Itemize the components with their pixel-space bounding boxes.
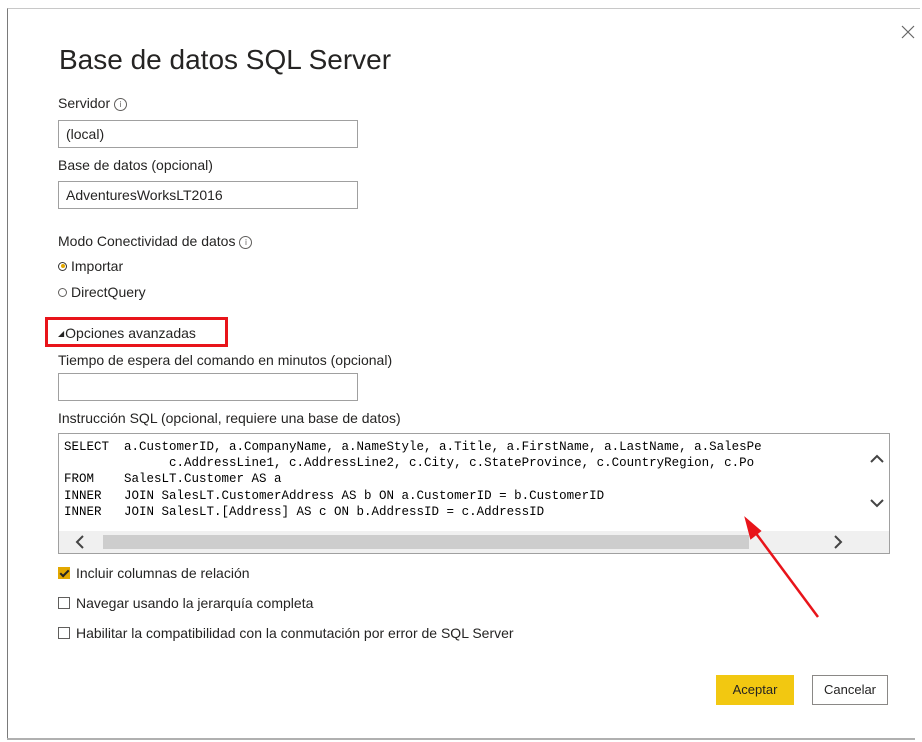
database-label: Base de datos (opcional) bbox=[58, 157, 213, 173]
sql-line: c.AddressLine1, c.AddressLine2, c.City, … bbox=[64, 456, 755, 471]
vertical-scrollbar[interactable] bbox=[865, 434, 889, 531]
sql-line: SELECT a.CustomerID, a.CompanyName, a.Na… bbox=[64, 440, 762, 454]
info-icon[interactable]: i bbox=[114, 97, 128, 111]
dialog-title: Base de datos SQL Server bbox=[59, 44, 392, 75]
chevron-left-icon[interactable] bbox=[75, 535, 85, 549]
scrollbar-corner bbox=[865, 531, 889, 553]
dialog-bottom-border bbox=[7, 738, 915, 740]
sql-label: Instrucción SQL (opcional, requiere una … bbox=[58, 410, 401, 426]
close-icon[interactable] bbox=[898, 22, 918, 42]
checkbox-full-hierarchy[interactable]: Navegar usando la jerarquía completa bbox=[58, 595, 313, 611]
database-input[interactable]: AdventuresWorksLT2016 bbox=[58, 181, 358, 209]
radio-unselected-icon bbox=[58, 287, 67, 297]
sql-text[interactable]: SELECT a.CustomerID, a.CompanyName, a.Na… bbox=[64, 439, 866, 531]
server-label: Servidor i bbox=[58, 95, 128, 111]
radio-directquery[interactable]: DirectQuery bbox=[58, 284, 146, 300]
server-input[interactable]: (local) bbox=[58, 120, 358, 148]
sql-line: INNER JOIN SalesLT.CustomerAddress AS b … bbox=[64, 488, 605, 503]
chevron-right-icon[interactable] bbox=[833, 535, 843, 549]
sql-textarea[interactable]: SELECT a.CustomerID, a.CompanyName, a.Na… bbox=[58, 433, 890, 554]
timeout-input[interactable] bbox=[58, 373, 358, 401]
timeout-label: Tiempo de espera del comando en minutos … bbox=[58, 352, 393, 368]
connectivity-label: Modo Conectividad de datos i bbox=[58, 233, 253, 249]
triangle-down-icon: ◢ bbox=[58, 328, 65, 338]
advanced-options-toggle[interactable]: ◢Opciones avanzadas bbox=[58, 325, 196, 341]
checkbox-unchecked-icon bbox=[58, 597, 70, 610]
radio-import[interactable]: Importar bbox=[58, 258, 123, 274]
checkbox-include-relationship-columns[interactable]: Incluir columnas de relación bbox=[58, 565, 250, 581]
checkbox-failover-support[interactable]: Habilitar la compatibilidad con la conmu… bbox=[58, 625, 514, 641]
radio-selected-icon bbox=[58, 261, 67, 271]
checkbox-checked-icon bbox=[58, 567, 70, 580]
accept-button[interactable]: Aceptar bbox=[716, 675, 794, 705]
checkbox-unchecked-icon bbox=[58, 627, 70, 640]
sql-line: FROM SalesLT.Customer AS a bbox=[64, 472, 282, 487]
sql-line: INNER JOIN SalesLT.[Address] AS c ON b.A… bbox=[64, 504, 545, 519]
cancel-button[interactable]: Cancelar bbox=[812, 675, 888, 705]
chevron-up-icon[interactable] bbox=[870, 454, 884, 464]
chevron-down-icon[interactable] bbox=[870, 498, 884, 508]
scrollbar-thumb[interactable] bbox=[103, 535, 749, 549]
info-icon[interactable]: i bbox=[239, 235, 253, 249]
horizontal-scrollbar[interactable] bbox=[59, 531, 865, 553]
